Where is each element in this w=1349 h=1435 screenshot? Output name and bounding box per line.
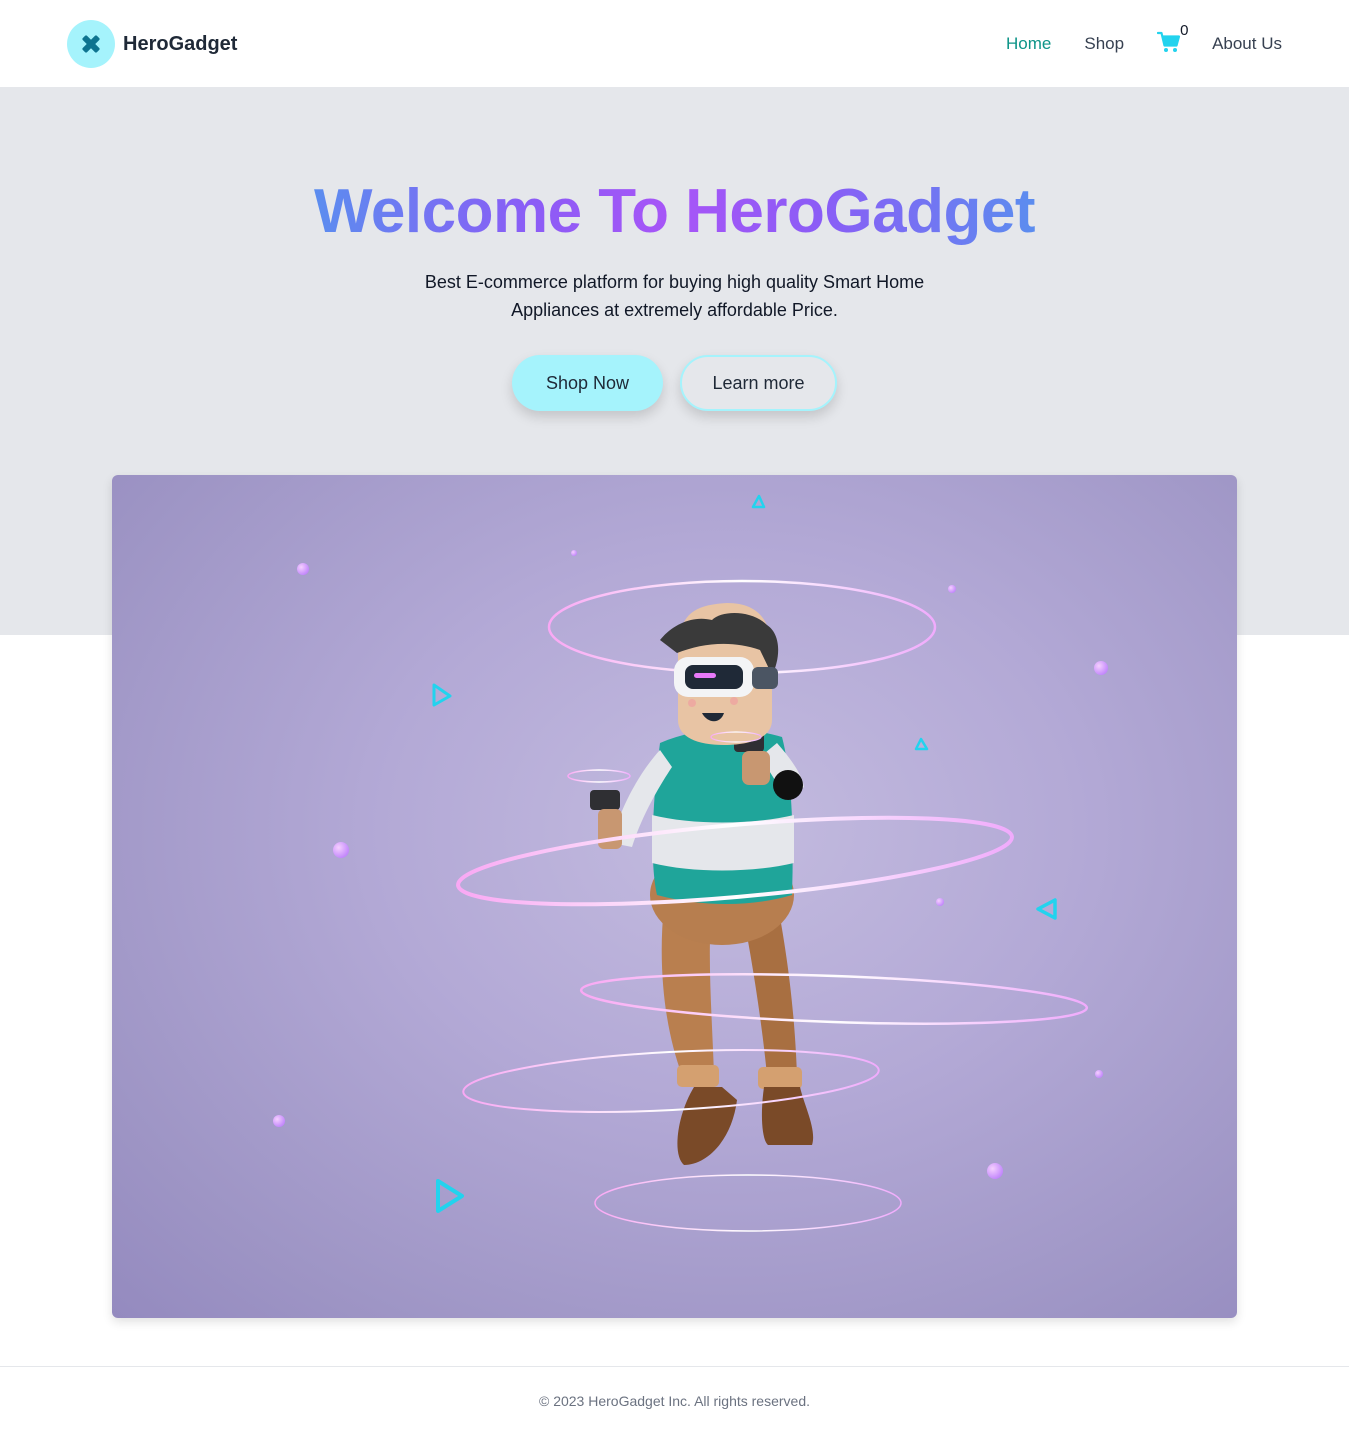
hero-image bbox=[112, 475, 1237, 1318]
brand-name: HeroGadget bbox=[123, 32, 238, 55]
cart-icon bbox=[1156, 31, 1181, 58]
nav-about[interactable]: About Us bbox=[1212, 34, 1282, 54]
copyright-text: © 2023 HeroGadget Inc. All rights reserv… bbox=[538, 1393, 810, 1409]
nav-home[interactable]: Home bbox=[1006, 34, 1051, 54]
shop-now-button[interactable]: Shop Now bbox=[512, 355, 663, 411]
learn-more-button[interactable]: Learn more bbox=[680, 355, 837, 411]
cart-button[interactable]: 0 bbox=[1156, 22, 1188, 58]
cross-icon bbox=[67, 20, 115, 68]
cart-count: 0 bbox=[1180, 21, 1189, 39]
hero-subtitle: Best E-commerce platform for buying high… bbox=[424, 272, 925, 320]
site-footer: © 2023 HeroGadget Inc. All rights reserv… bbox=[0, 1366, 1349, 1435]
site-header: HeroGadget Home Shop 0 About Us bbox=[0, 0, 1349, 88]
main-nav: Home Shop 0 About Us bbox=[973, 0, 1282, 88]
vr-character bbox=[590, 603, 814, 1165]
nav-shop[interactable]: Shop bbox=[1084, 34, 1124, 54]
hero-title: Welcome To HeroGadget bbox=[314, 177, 1036, 246]
brand-logo[interactable]: HeroGadget bbox=[67, 20, 237, 68]
